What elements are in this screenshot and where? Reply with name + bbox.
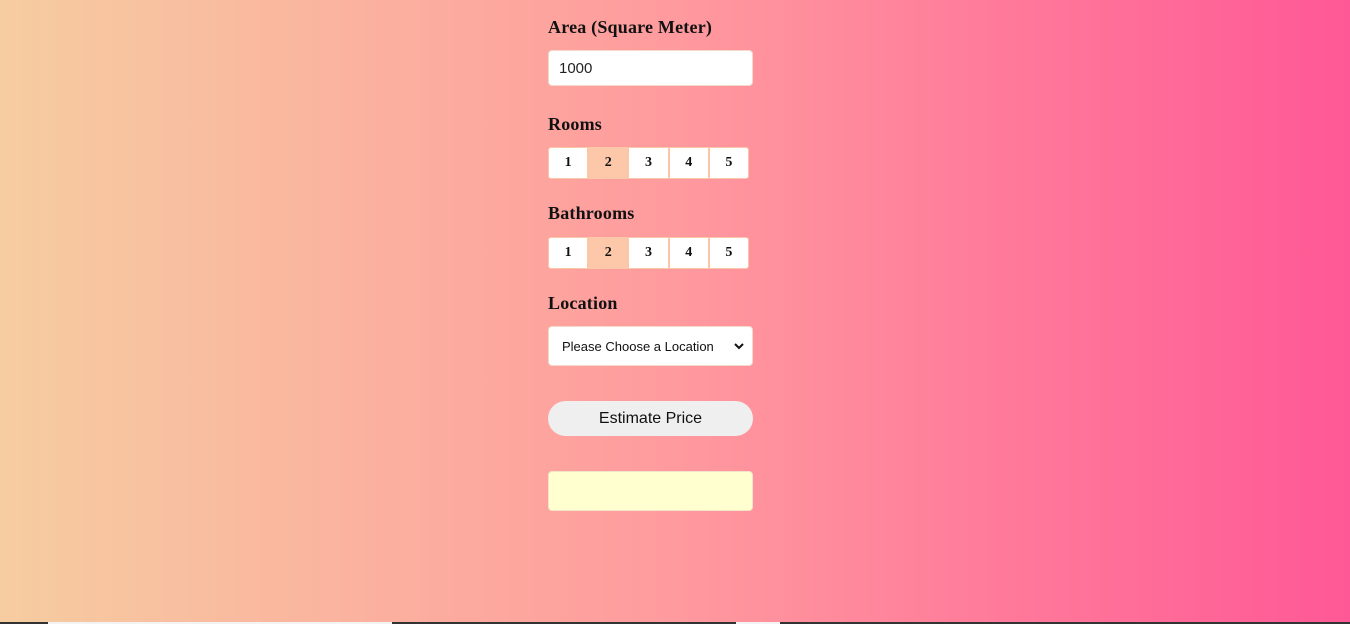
- bathrooms-label: Bathrooms: [548, 203, 635, 223]
- estimated-price-result: [548, 471, 753, 511]
- location-select-value: Please Choose a Location: [562, 338, 714, 354]
- rooms-option-4[interactable]: 4: [669, 148, 708, 178]
- bathrooms-option-1[interactable]: 1: [549, 238, 588, 268]
- location-select[interactable]: Please Choose a Location: [548, 326, 753, 366]
- bathrooms-option-2[interactable]: 2: [589, 238, 628, 268]
- rooms-option-5[interactable]: 5: [709, 148, 748, 178]
- bathrooms-option-4[interactable]: 4: [669, 238, 708, 268]
- estimate-price-button[interactable]: Estimate Price: [548, 401, 753, 436]
- rooms-label: Rooms: [548, 114, 602, 134]
- bathrooms-option-5[interactable]: 5: [709, 238, 748, 268]
- rooms-option-3[interactable]: 3: [629, 148, 668, 178]
- bathrooms-option-3[interactable]: 3: [629, 238, 668, 268]
- area-input[interactable]: [548, 50, 753, 86]
- area-label: Area (Square Meter): [548, 17, 713, 37]
- rooms-option-1[interactable]: 1: [549, 148, 588, 178]
- rooms-option-2[interactable]: 2: [589, 148, 628, 178]
- location-label: Location: [548, 293, 618, 313]
- chevron-down-icon: [734, 341, 744, 351]
- rooms-selector: 1 2 3 4 5: [548, 147, 749, 179]
- bathrooms-selector: 1 2 3 4 5: [548, 237, 749, 269]
